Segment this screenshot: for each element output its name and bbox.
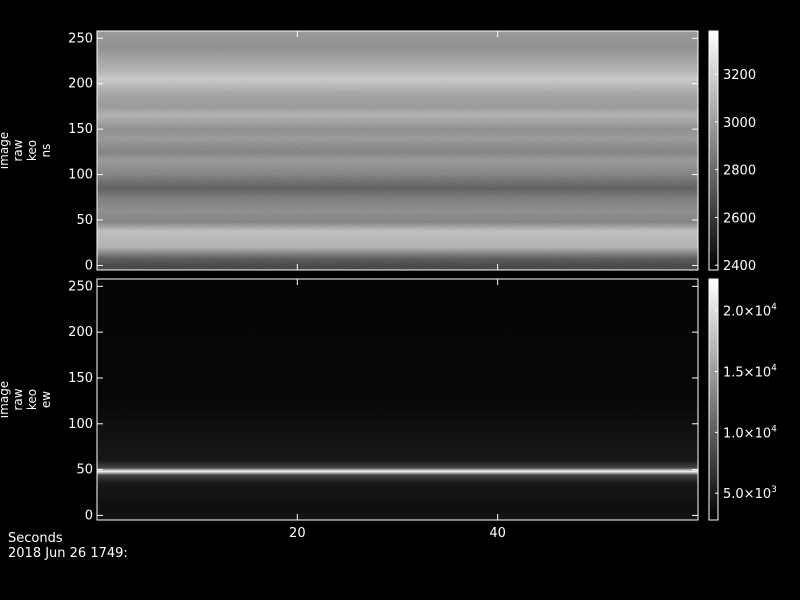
y-axis-label-line: ew xyxy=(39,391,53,408)
y-axis-label-line: image xyxy=(0,132,11,169)
colorbar-tick-label: 5.0×103 xyxy=(723,485,777,502)
y-axis-label-line: keo xyxy=(25,389,39,410)
colorbar-tick-label: 2400 xyxy=(723,259,756,274)
colorbar-tick-label: 3200 xyxy=(723,68,756,83)
timestamp-label: 2018 Jun 26 1749: xyxy=(8,546,128,561)
colorbar xyxy=(708,30,719,271)
y-tick-label: 150 xyxy=(68,122,93,137)
x-axis-caption: Seconds xyxy=(8,531,63,546)
y-tick-label: 100 xyxy=(68,168,93,183)
y-axis-label-line: ns xyxy=(39,144,53,158)
y-tick-label: 100 xyxy=(68,417,93,432)
colorbar-tick-label: 1.0×104 xyxy=(723,424,777,441)
y-tick-label: 50 xyxy=(76,463,93,478)
y-tick-label: 0 xyxy=(85,258,93,273)
heatmap-image xyxy=(97,279,698,520)
colorbar xyxy=(708,278,719,521)
y-tick-label: 200 xyxy=(68,325,93,340)
y-axis-label-line: image xyxy=(0,381,11,418)
keogram-figure: 050100150200250image raw keo ns240026002800… xyxy=(0,30,777,541)
y-tick-label: 200 xyxy=(68,77,93,92)
y-tick-label: 250 xyxy=(68,31,93,46)
x-tick-label: 40 xyxy=(489,526,506,541)
heatmap-noise xyxy=(97,31,698,270)
y-tick-label: 0 xyxy=(85,508,93,523)
colorbar-tick-label: 2600 xyxy=(723,211,756,226)
colorbar-tick-label: 1.5×104 xyxy=(723,364,777,381)
colorbar-tick-label: 3000 xyxy=(723,116,756,131)
y-tick-label: 50 xyxy=(76,213,93,228)
y-axis-label-line: keo xyxy=(25,140,39,161)
colorbar-tick-label: 2800 xyxy=(723,164,756,179)
panel-bottom: 0 50 100 150 200 250 20 40 image raw keo ew 5.0×103 1… xyxy=(0,278,777,541)
y-axis-label-line: raw xyxy=(11,388,25,410)
y-tick-label: 250 xyxy=(68,279,93,294)
x-tick-label: 20 xyxy=(289,526,306,541)
panel-top: 0 50 100 150 200 250 image raw keo ns 2400 2600 2800… xyxy=(0,30,756,274)
y-axis-label-line: raw xyxy=(11,139,25,161)
colorbar-tick-label: 2.0×104 xyxy=(723,303,777,320)
y-tick-label: 150 xyxy=(68,371,93,386)
